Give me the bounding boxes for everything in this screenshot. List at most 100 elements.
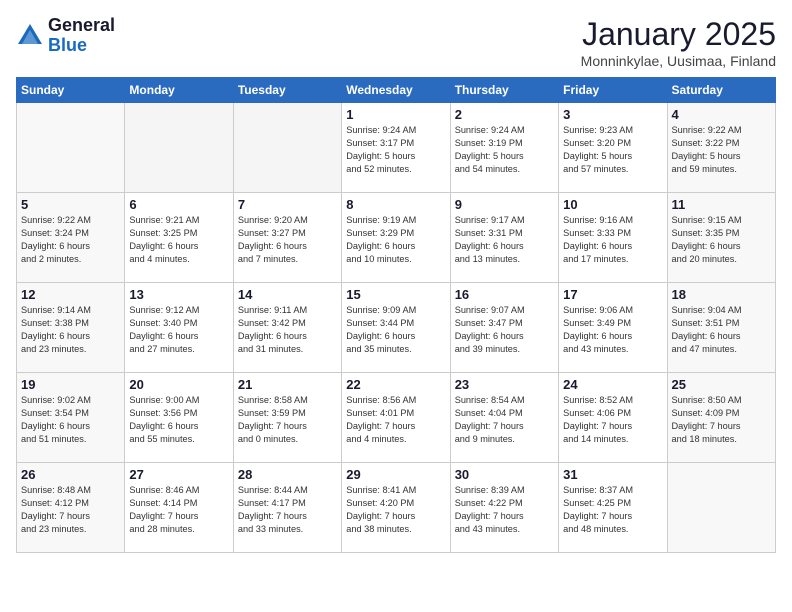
day-number: 17 [563, 287, 662, 302]
day-info: Sunrise: 8:44 AM Sunset: 4:17 PM Dayligh… [238, 484, 337, 536]
day-of-week-header: Saturday [667, 78, 775, 103]
day-info: Sunrise: 8:50 AM Sunset: 4:09 PM Dayligh… [672, 394, 771, 446]
calendar-day-cell: 25 Sunrise: 8:50 AM Sunset: 4:09 PM Dayli… [667, 373, 775, 463]
calendar-day-cell: 30 Sunrise: 8:39 AM Sunset: 4:22 PM Dayli… [450, 463, 558, 553]
calendar-day-cell: 9 Sunrise: 9:17 AM Sunset: 3:31 PM Daylig… [450, 193, 558, 283]
day-of-week-header: Thursday [450, 78, 558, 103]
day-number: 31 [563, 467, 662, 482]
title-block: January 2025 Monninkylae, Uusimaa, Finla… [581, 16, 776, 69]
day-number: 27 [129, 467, 228, 482]
calendar-week-row: 19 Sunrise: 9:02 AM Sunset: 3:54 PM Dayli… [17, 373, 776, 463]
calendar-day-cell [667, 463, 775, 553]
calendar-day-cell: 13 Sunrise: 9:12 AM Sunset: 3:40 PM Dayli… [125, 283, 233, 373]
day-info: Sunrise: 8:56 AM Sunset: 4:01 PM Dayligh… [346, 394, 445, 446]
calendar-header-row: SundayMondayTuesdayWednesdayThursdayFrid… [17, 78, 776, 103]
day-number: 6 [129, 197, 228, 212]
day-number: 29 [346, 467, 445, 482]
day-number: 11 [672, 197, 771, 212]
day-number: 3 [563, 107, 662, 122]
day-number: 16 [455, 287, 554, 302]
day-info: Sunrise: 9:11 AM Sunset: 3:42 PM Dayligh… [238, 304, 337, 356]
calendar-week-row: 1 Sunrise: 9:24 AM Sunset: 3:17 PM Daylig… [17, 103, 776, 193]
month-year: January 2025 [581, 16, 776, 53]
calendar-day-cell: 27 Sunrise: 8:46 AM Sunset: 4:14 PM Dayli… [125, 463, 233, 553]
calendar-week-row: 5Sunrise: 9:22 AM Sunset: 3:24 PM Daylig… [17, 193, 776, 283]
calendar-day-cell: 7Sunrise: 9:20 AM Sunset: 3:27 PM Daylig… [233, 193, 341, 283]
calendar-day-cell: 11 Sunrise: 9:15 AM Sunset: 3:35 PM Dayli… [667, 193, 775, 283]
day-number: 13 [129, 287, 228, 302]
calendar-day-cell: 20 Sunrise: 9:00 AM Sunset: 3:56 PM Dayli… [125, 373, 233, 463]
calendar-day-cell: 17 Sunrise: 9:06 AM Sunset: 3:49 PM Dayli… [559, 283, 667, 373]
day-of-week-header: Wednesday [342, 78, 450, 103]
logo-blue: Blue [48, 36, 115, 56]
day-number: 18 [672, 287, 771, 302]
day-info: Sunrise: 8:41 AM Sunset: 4:20 PM Dayligh… [346, 484, 445, 536]
calendar-day-cell: 21 Sunrise: 8:58 AM Sunset: 3:59 PM Dayli… [233, 373, 341, 463]
day-info: Sunrise: 9:21 AM Sunset: 3:25 PM Dayligh… [129, 214, 228, 266]
day-info: Sunrise: 8:46 AM Sunset: 4:14 PM Dayligh… [129, 484, 228, 536]
day-info: Sunrise: 9:24 AM Sunset: 3:19 PM Dayligh… [455, 124, 554, 176]
day-number: 15 [346, 287, 445, 302]
day-of-week-header: Monday [125, 78, 233, 103]
logo-general: General [48, 16, 115, 36]
calendar-day-cell: 10 Sunrise: 9:16 AM Sunset: 3:33 PM Dayli… [559, 193, 667, 283]
day-info: Sunrise: 9:04 AM Sunset: 3:51 PM Dayligh… [672, 304, 771, 356]
day-number: 10 [563, 197, 662, 212]
day-number: 20 [129, 377, 228, 392]
calendar-day-cell: 16Sunrise: 9:07 AM Sunset: 3:47 PM Dayli… [450, 283, 558, 373]
calendar-day-cell: 5Sunrise: 9:22 AM Sunset: 3:24 PM Daylig… [17, 193, 125, 283]
calendar-day-cell [125, 103, 233, 193]
calendar-week-row: 12 Sunrise: 9:14 AM Sunset: 3:38 PM Dayli… [17, 283, 776, 373]
day-info: Sunrise: 8:37 AM Sunset: 4:25 PM Dayligh… [563, 484, 662, 536]
calendar-day-cell: 28 Sunrise: 8:44 AM Sunset: 4:17 PM Dayli… [233, 463, 341, 553]
day-info: Sunrise: 9:23 AM Sunset: 3:20 PM Dayligh… [563, 124, 662, 176]
calendar-day-cell: 31 Sunrise: 8:37 AM Sunset: 4:25 PM Dayli… [559, 463, 667, 553]
day-info: Sunrise: 9:14 AM Sunset: 3:38 PM Dayligh… [21, 304, 120, 356]
page-header: General Blue January 2025 Monninkylae, U… [16, 16, 776, 69]
day-info: Sunrise: 9:16 AM Sunset: 3:33 PM Dayligh… [563, 214, 662, 266]
day-info: Sunrise: 9:15 AM Sunset: 3:35 PM Dayligh… [672, 214, 771, 266]
day-of-week-header: Tuesday [233, 78, 341, 103]
day-number: 2 [455, 107, 554, 122]
day-number: 28 [238, 467, 337, 482]
day-info: Sunrise: 9:24 AM Sunset: 3:17 PM Dayligh… [346, 124, 445, 176]
logo: General Blue [16, 16, 115, 56]
calendar-day-cell [233, 103, 341, 193]
calendar-day-cell: 29 Sunrise: 8:41 AM Sunset: 4:20 PM Dayli… [342, 463, 450, 553]
calendar-table: SundayMondayTuesdayWednesdayThursdayFrid… [16, 77, 776, 553]
day-info: Sunrise: 8:39 AM Sunset: 4:22 PM Dayligh… [455, 484, 554, 536]
calendar-day-cell: 3 Sunrise: 9:23 AM Sunset: 3:20 PM Daylig… [559, 103, 667, 193]
day-number: 12 [21, 287, 120, 302]
day-number: 26 [21, 467, 120, 482]
calendar-day-cell [17, 103, 125, 193]
day-info: Sunrise: 9:02 AM Sunset: 3:54 PM Dayligh… [21, 394, 120, 446]
day-info: Sunrise: 8:48 AM Sunset: 4:12 PM Dayligh… [21, 484, 120, 536]
day-number: 25 [672, 377, 771, 392]
calendar-day-cell: 6 Sunrise: 9:21 AM Sunset: 3:25 PM Daylig… [125, 193, 233, 283]
calendar-day-cell: 23Sunrise: 8:54 AM Sunset: 4:04 PM Dayli… [450, 373, 558, 463]
day-number: 1 [346, 107, 445, 122]
calendar-week-row: 26 Sunrise: 8:48 AM Sunset: 4:12 PM Dayli… [17, 463, 776, 553]
day-number: 8 [346, 197, 445, 212]
day-number: 7 [238, 197, 337, 212]
calendar-day-cell: 12 Sunrise: 9:14 AM Sunset: 3:38 PM Dayli… [17, 283, 125, 373]
day-number: 24 [563, 377, 662, 392]
day-info: Sunrise: 9:17 AM Sunset: 3:31 PM Dayligh… [455, 214, 554, 266]
day-info: Sunrise: 8:58 AM Sunset: 3:59 PM Dayligh… [238, 394, 337, 446]
day-number: 21 [238, 377, 337, 392]
day-number: 4 [672, 107, 771, 122]
day-info: Sunrise: 9:19 AM Sunset: 3:29 PM Dayligh… [346, 214, 445, 266]
calendar-day-cell: 26 Sunrise: 8:48 AM Sunset: 4:12 PM Dayli… [17, 463, 125, 553]
calendar-day-cell: 8 Sunrise: 9:19 AM Sunset: 3:29 PM Daylig… [342, 193, 450, 283]
day-info: Sunrise: 9:22 AM Sunset: 3:22 PM Dayligh… [672, 124, 771, 176]
day-info: Sunrise: 8:52 AM Sunset: 4:06 PM Dayligh… [563, 394, 662, 446]
day-number: 19 [21, 377, 120, 392]
day-number: 30 [455, 467, 554, 482]
calendar-day-cell: 24 Sunrise: 8:52 AM Sunset: 4:06 PM Dayli… [559, 373, 667, 463]
day-number: 14 [238, 287, 337, 302]
day-info: Sunrise: 9:12 AM Sunset: 3:40 PM Dayligh… [129, 304, 228, 356]
day-info: Sunrise: 9:00 AM Sunset: 3:56 PM Dayligh… [129, 394, 228, 446]
day-number: 9 [455, 197, 554, 212]
day-number: 23 [455, 377, 554, 392]
day-info: Sunrise: 9:06 AM Sunset: 3:49 PM Dayligh… [563, 304, 662, 356]
